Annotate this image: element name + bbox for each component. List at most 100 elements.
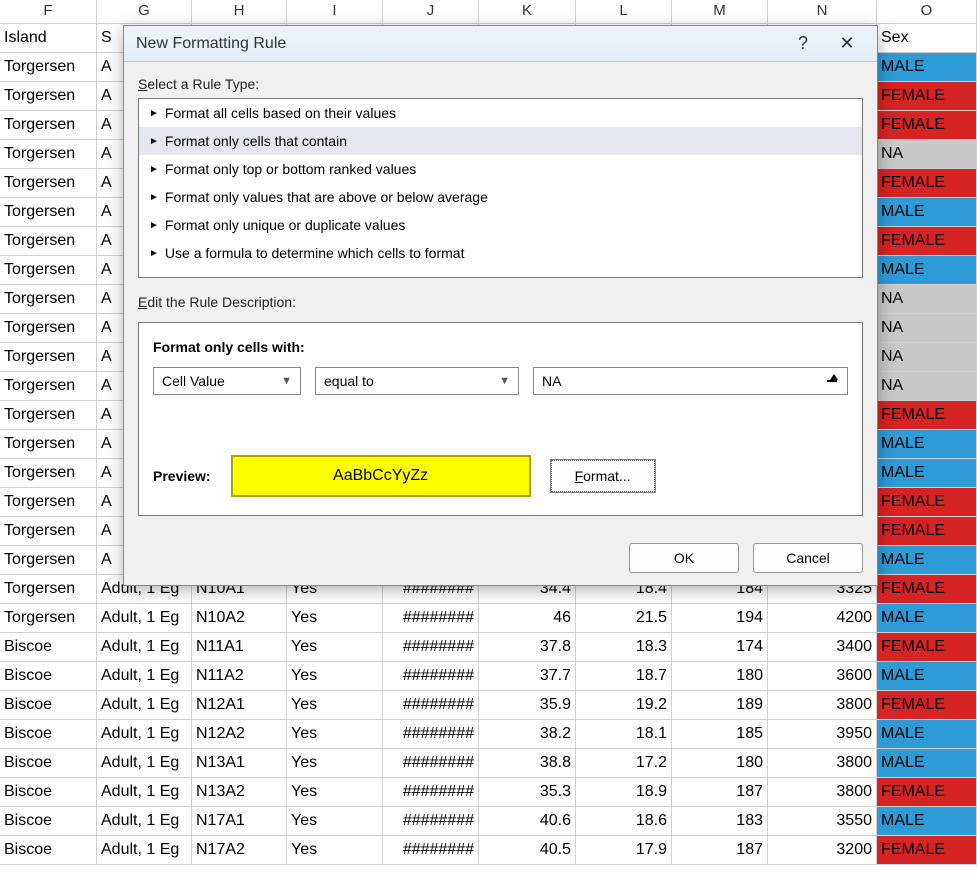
cell[interactable]: 40.5 <box>479 836 576 864</box>
rule-type-list[interactable]: ►Format all cells based on their values ►… <box>138 98 863 278</box>
cell[interactable]: Island <box>0 24 97 52</box>
cell[interactable]: 35.9 <box>479 691 576 719</box>
cell[interactable]: N13A1 <box>192 749 287 777</box>
cell[interactable]: 17.9 <box>576 836 672 864</box>
cell[interactable]: ######## <box>383 807 479 835</box>
col-header-H[interactable]: H <box>192 0 287 23</box>
cell[interactable]: Torgersen <box>0 517 97 545</box>
cell[interactable]: 180 <box>672 662 768 690</box>
cell[interactable]: Biscoe <box>0 807 97 835</box>
cell[interactable]: 17.2 <box>576 749 672 777</box>
rule-type-item[interactable]: ►Format only top or bottom ranked values <box>139 155 862 183</box>
cell[interactable]: Adult, 1 Eg <box>97 778 192 806</box>
cell[interactable]: 189 <box>672 691 768 719</box>
cell[interactable]: N11A1 <box>192 633 287 661</box>
cell[interactable]: Adult, 1 Eg <box>97 720 192 748</box>
cell[interactable]: Biscoe <box>0 720 97 748</box>
cell[interactable]: Biscoe <box>0 662 97 690</box>
cell[interactable]: Sex <box>877 24 977 52</box>
cell[interactable]: 3200 <box>768 836 877 864</box>
cell[interactable]: 46 <box>479 604 576 632</box>
cell[interactable]: 180 <box>672 749 768 777</box>
close-button[interactable]: ✕ <box>825 29 869 59</box>
cell[interactable]: FEMALE <box>877 691 977 719</box>
cell[interactable]: ######## <box>383 691 479 719</box>
cell[interactable]: N12A2 <box>192 720 287 748</box>
cell[interactable]: 3600 <box>768 662 877 690</box>
cell[interactable]: 40.6 <box>479 807 576 835</box>
cell[interactable]: Adult, 1 Eg <box>97 604 192 632</box>
cell[interactable]: Torgersen <box>0 169 97 197</box>
cell[interactable]: ######## <box>383 604 479 632</box>
cell[interactable]: FEMALE <box>877 82 977 110</box>
value-input[interactable]: NA <box>533 367 848 395</box>
cell[interactable]: NA <box>877 314 977 342</box>
cell[interactable]: Torgersen <box>0 401 97 429</box>
rule-type-item[interactable]: ►Format all cells based on their values <box>139 99 862 127</box>
cell[interactable]: 18.9 <box>576 778 672 806</box>
cell[interactable]: 4200 <box>768 604 877 632</box>
cell[interactable]: FEMALE <box>877 401 977 429</box>
cell[interactable]: 3800 <box>768 691 877 719</box>
cell[interactable]: Torgersen <box>0 575 97 603</box>
cell[interactable]: 18.6 <box>576 807 672 835</box>
cell[interactable]: Torgersen <box>0 198 97 226</box>
cell[interactable]: NA <box>877 343 977 371</box>
cell[interactable]: N13A2 <box>192 778 287 806</box>
col-header-O[interactable]: O <box>877 0 977 23</box>
cell[interactable]: ######## <box>383 778 479 806</box>
cell[interactable]: Torgersen <box>0 430 97 458</box>
cell[interactable]: Biscoe <box>0 633 97 661</box>
cell[interactable]: N17A2 <box>192 836 287 864</box>
cell[interactable]: ######## <box>383 836 479 864</box>
cell[interactable]: 187 <box>672 836 768 864</box>
cell[interactable]: ######## <box>383 749 479 777</box>
cell[interactable]: Yes <box>287 691 383 719</box>
cell[interactable]: FEMALE <box>877 488 977 516</box>
cell[interactable]: 187 <box>672 778 768 806</box>
rule-type-item[interactable]: ►Use a formula to determine which cells … <box>139 239 862 267</box>
help-button[interactable]: ? <box>781 29 825 59</box>
col-header-F[interactable]: F <box>0 0 97 23</box>
cell[interactable]: 3400 <box>768 633 877 661</box>
cell[interactable]: Adult, 1 Eg <box>97 807 192 835</box>
rule-type-item[interactable]: ►Format only unique or duplicate values <box>139 211 862 239</box>
ok-button[interactable]: OK <box>629 543 739 573</box>
range-select-icon[interactable] <box>825 374 839 388</box>
cell[interactable]: ######## <box>383 662 479 690</box>
cell[interactable]: Yes <box>287 662 383 690</box>
cell[interactable]: Biscoe <box>0 778 97 806</box>
col-header-K[interactable]: K <box>479 0 576 23</box>
cell[interactable]: 35.3 <box>479 778 576 806</box>
cell[interactable]: Torgersen <box>0 604 97 632</box>
cell[interactable]: 18.7 <box>576 662 672 690</box>
col-header-N[interactable]: N <box>768 0 877 23</box>
cell[interactable]: Yes <box>287 778 383 806</box>
cell[interactable]: FEMALE <box>877 111 977 139</box>
cell[interactable]: FEMALE <box>877 836 977 864</box>
cell[interactable]: ######## <box>383 720 479 748</box>
cell[interactable]: Torgersen <box>0 343 97 371</box>
cell[interactable]: Adult, 1 Eg <box>97 633 192 661</box>
cell[interactable]: MALE <box>877 749 977 777</box>
col-header-J[interactable]: J <box>383 0 479 23</box>
cell[interactable]: Yes <box>287 807 383 835</box>
cell[interactable]: Torgersen <box>0 53 97 81</box>
cell[interactable]: Biscoe <box>0 749 97 777</box>
cell-value-combo[interactable]: Cell Value ▼ <box>153 367 301 395</box>
cell[interactable]: FEMALE <box>877 778 977 806</box>
cell[interactable]: Torgersen <box>0 256 97 284</box>
cell[interactable]: 21.5 <box>576 604 672 632</box>
cell[interactable]: Adult, 1 Eg <box>97 691 192 719</box>
cell[interactable]: N12A1 <box>192 691 287 719</box>
col-header-I[interactable]: I <box>287 0 383 23</box>
cell[interactable]: 18.3 <box>576 633 672 661</box>
cell[interactable]: Torgersen <box>0 488 97 516</box>
rule-type-item[interactable]: ►Format only values that are above or be… <box>139 183 862 211</box>
col-header-G[interactable]: G <box>97 0 192 23</box>
cell[interactable]: Torgersen <box>0 314 97 342</box>
cell[interactable]: FEMALE <box>877 227 977 255</box>
operator-combo[interactable]: equal to ▼ <box>315 367 519 395</box>
cell[interactable]: MALE <box>877 459 977 487</box>
cell[interactable]: FEMALE <box>877 633 977 661</box>
